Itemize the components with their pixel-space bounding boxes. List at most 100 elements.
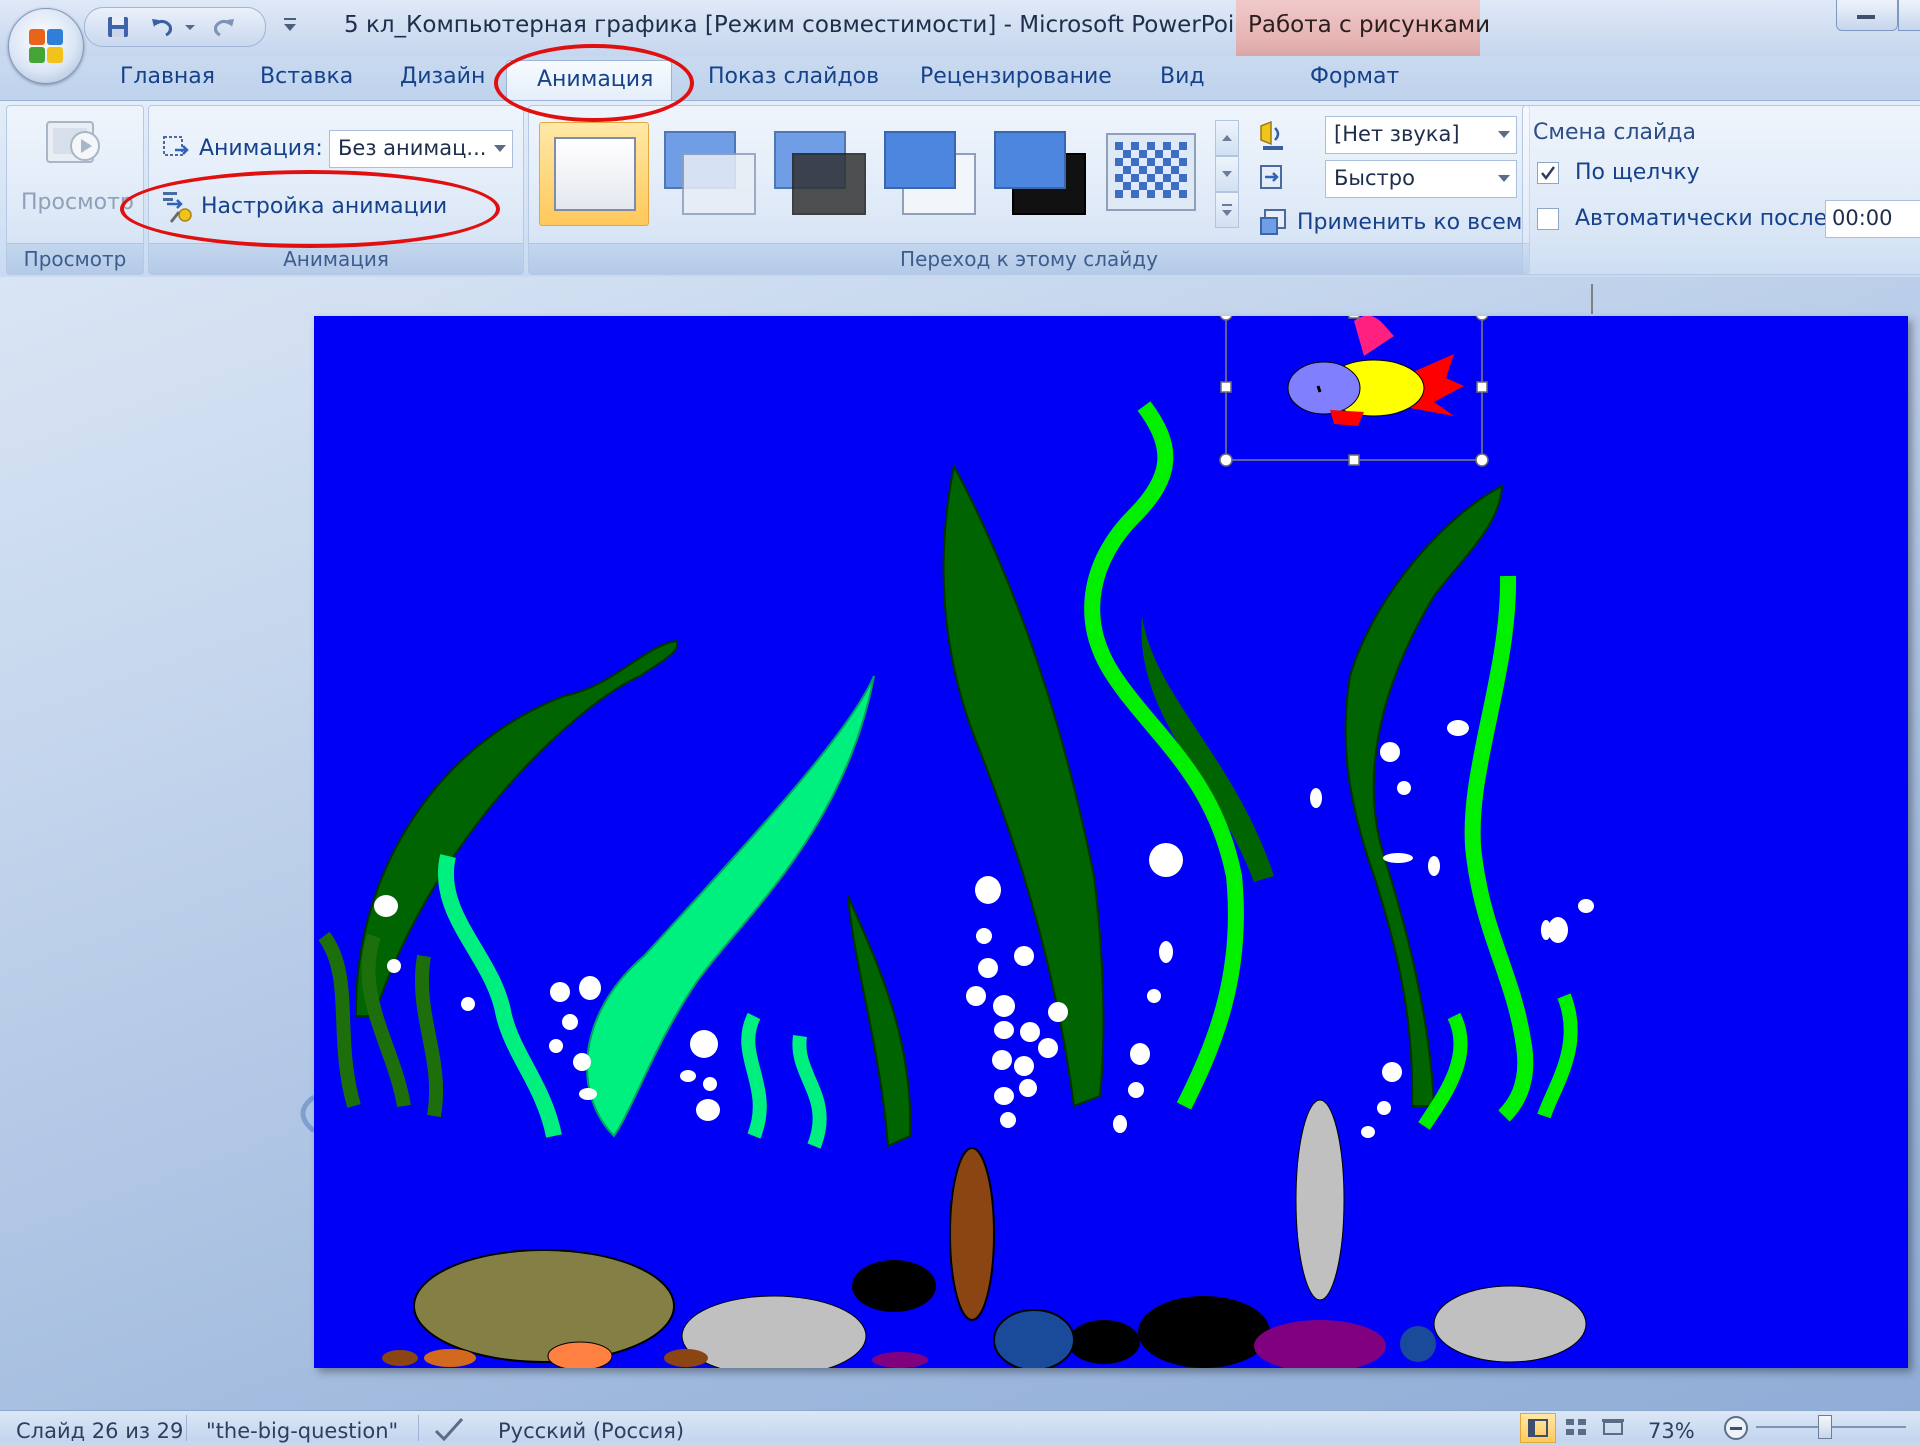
undo-icon[interactable]: [149, 14, 175, 40]
tab-slide-show[interactable]: Показ слайдов: [708, 64, 879, 89]
seaweed-dark-small: [847, 895, 912, 1148]
tab-review[interactable]: Рецензирование: [920, 64, 1112, 89]
tab-home[interactable]: Главная: [120, 64, 215, 89]
transition-fade-thumbnail[interactable]: [661, 126, 761, 222]
stone-black-3: [1138, 1296, 1270, 1368]
gallery-scroll-up[interactable]: [1215, 120, 1239, 156]
animation-select-value: Без анимац...: [338, 136, 487, 160]
custom-animation-button[interactable]: Настройка анимации: [201, 194, 447, 219]
fish-picture[interactable]: [1287, 316, 1464, 426]
stone-olive: [413, 1249, 675, 1363]
slide-counter: Слайд 26 из 29: [16, 1419, 184, 1443]
auto-after-time-input[interactable]: 00:00: [1825, 200, 1920, 238]
title-bar: 5 кл_Компьютерная графика [Режим совмест…: [0, 0, 1920, 56]
stone-black-1: [852, 1260, 936, 1312]
group-animation: Анимация: Без анимац... Настройка анимац…: [148, 105, 524, 275]
stone-black-2: [1068, 1320, 1140, 1364]
stone-gray-tall: [1295, 1099, 1345, 1301]
transition-speed-value: Быстро: [1334, 166, 1415, 190]
context-tab-group-label: Работа с рисунками: [1248, 12, 1491, 38]
zoom-slider-thumb[interactable]: [1818, 1415, 1832, 1439]
apply-to-all-button[interactable]: Применить ко всем: [1297, 210, 1522, 235]
context-tab-group: Работа с рисунками: [1236, 0, 1490, 56]
group-caption-animation: Анимация: [149, 243, 523, 274]
stone-blue: [993, 1309, 1075, 1368]
tab-format[interactable]: Формат: [1310, 64, 1399, 89]
transition-dissolve-thumbnail[interactable]: [1103, 130, 1199, 216]
normal-view-icon: [1528, 1419, 1548, 1437]
zoom-level[interactable]: 73%: [1648, 1419, 1695, 1443]
status-separator: [186, 1415, 187, 1441]
tab-animations[interactable]: Анимация: [506, 60, 672, 103]
seaweed-bright-right: [1464, 575, 1534, 1122]
minimize-button[interactable]: [1836, 0, 1898, 31]
status-separator: [418, 1415, 419, 1441]
slide-picture: [318, 316, 1594, 1368]
save-icon[interactable]: [105, 14, 131, 40]
seaweed-mint-left: [438, 854, 562, 1138]
on-click-checkbox[interactable]: [1537, 162, 1559, 184]
transition-speed-select[interactable]: Быстро: [1325, 160, 1517, 198]
rotation-handle[interactable]: [1591, 284, 1593, 314]
custom-animation-icon: [163, 192, 192, 223]
tab-view[interactable]: Вид: [1160, 64, 1205, 89]
normal-view-button[interactable]: [1520, 1413, 1556, 1443]
office-logo-icon: [29, 29, 63, 63]
transition-sound-select[interactable]: [Нет звука]: [1325, 116, 1517, 154]
slide-show-icon[interactable]: [1598, 1415, 1628, 1441]
ribbon-tabs: Главная Вставка Дизайн Анимация Показ сл…: [0, 56, 1920, 103]
gallery-scroll-down[interactable]: [1215, 156, 1239, 192]
transition-sound-value: [Нет звука]: [1334, 122, 1460, 146]
redo-icon[interactable]: [211, 14, 237, 40]
undo-dropdown-icon[interactable]: [177, 14, 203, 40]
group-preview: Просмотр Просмотр: [6, 105, 144, 275]
scroll-left-arrow-icon[interactable]: [286, 1089, 316, 1139]
stone-pebble-1: [382, 1350, 418, 1366]
group-advance-slide: Смена слайда По щелчку Автоматически пос…: [1522, 105, 1920, 275]
restore-button[interactable]: [1898, 0, 1920, 31]
transition-fade-black-thumbnail[interactable]: [771, 126, 871, 222]
gallery-more-button[interactable]: [1215, 192, 1239, 228]
group-caption-transition: Переход к этому слайду: [529, 243, 1529, 274]
preview-button-label[interactable]: Просмотр: [21, 190, 134, 215]
office-button[interactable]: [8, 8, 84, 84]
customize-qat-icon[interactable]: [280, 14, 300, 36]
ribbon: Просмотр Просмотр Анимация: Без анимац..…: [0, 100, 1920, 278]
tab-animations-label: Анимация: [537, 67, 654, 92]
tab-design[interactable]: Дизайн: [400, 64, 485, 89]
language-indicator[interactable]: Русский (Россия): [498, 1419, 684, 1443]
seaweed-dark-center: [942, 463, 1105, 1108]
stone-brown-tall: [949, 1147, 995, 1321]
zoom-out-icon[interactable]: [1722, 1415, 1750, 1441]
seaweed-mint-small-1: [741, 1012, 767, 1139]
transition-cut-thumbnail[interactable]: [881, 126, 981, 222]
seaweed-mint-small-2: [792, 1034, 827, 1149]
stone-orange: [547, 1341, 613, 1368]
auto-after-time-value: 00:00: [1832, 206, 1893, 230]
animation-select[interactable]: Без анимац...: [329, 130, 513, 168]
chevron-down-icon: [494, 145, 506, 152]
transition-speed-icon: [1260, 165, 1282, 189]
slide-canvas[interactable]: [314, 316, 1908, 1368]
transition-sound-icon: [1260, 120, 1283, 150]
theme-name: "the-big-question": [206, 1419, 399, 1443]
slide-sorter-icon[interactable]: [1562, 1415, 1592, 1441]
advance-slide-title: Смена слайда: [1533, 120, 1696, 145]
tab-insert[interactable]: Вставка: [260, 64, 353, 89]
transition-none-thumbnail[interactable]: [539, 122, 649, 226]
chevron-down-icon: [1222, 171, 1232, 177]
chevron-up-icon: [1222, 135, 1232, 141]
animation-label: Анимация:: [199, 136, 323, 161]
gallery-more-icon: [1222, 204, 1232, 216]
seaweed-bright-center: [1084, 401, 1244, 1110]
stone-blue-small: [1400, 1326, 1436, 1362]
animation-icon: [163, 136, 189, 156]
chevron-down-icon: [1498, 175, 1510, 182]
auto-after-checkbox[interactable]: [1537, 208, 1559, 230]
spell-check-icon[interactable]: [432, 1415, 466, 1441]
preview-icon[interactable]: [43, 116, 103, 174]
status-bar: Слайд 26 из 29 "the-big-question" Русски…: [0, 1410, 1920, 1443]
on-click-label: По щелчку: [1575, 160, 1700, 185]
seaweed-mint-center: [585, 675, 875, 1138]
transition-cut-black-thumbnail[interactable]: [991, 126, 1091, 222]
